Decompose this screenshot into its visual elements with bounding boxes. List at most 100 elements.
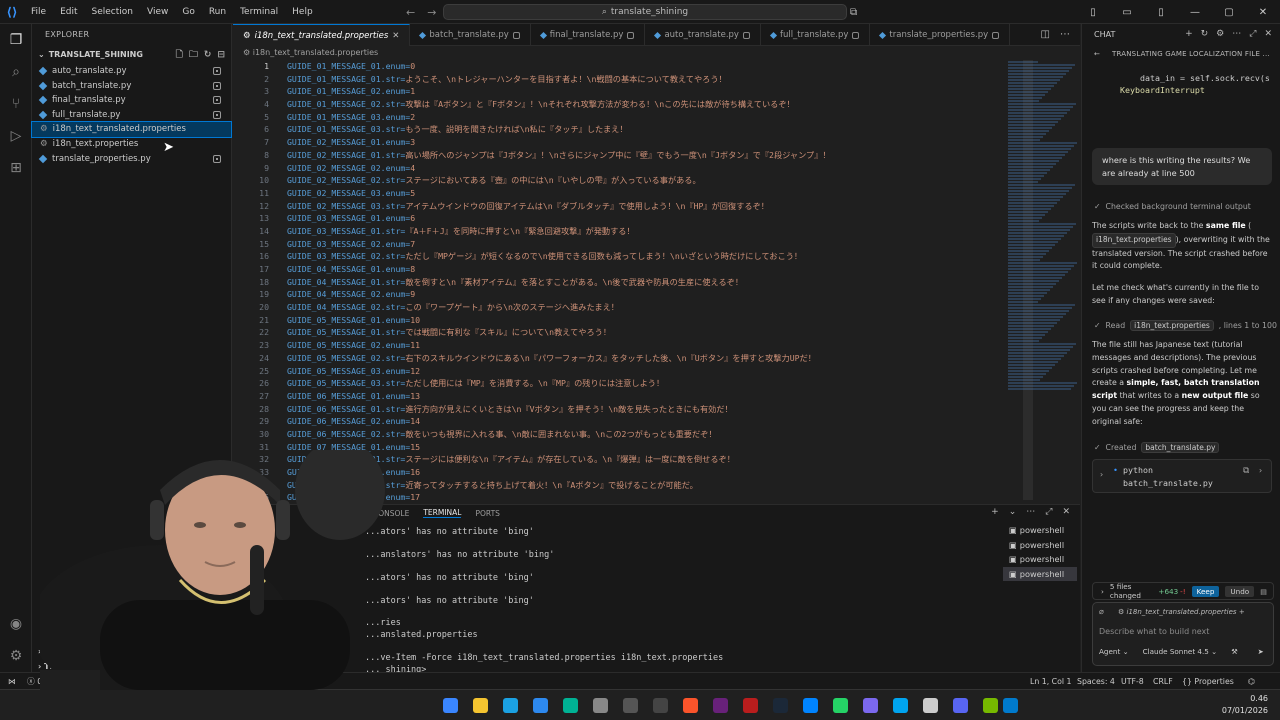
new-chat-icon[interactable]: + xyxy=(1185,29,1193,39)
layout-panel-icon[interactable]: ▭ xyxy=(1110,7,1144,18)
terminal-output[interactable]: ...ators' has no attribute 'bing' ...ans… xyxy=(233,523,993,675)
code-line[interactable]: 10 GUIDE_02_MESSAGE_02.str=ステージにおいてある『壺』の… xyxy=(233,174,1033,187)
refresh-icon[interactable]: ↻ xyxy=(204,46,212,64)
app-icon[interactable] xyxy=(803,698,818,713)
more-actions-icon[interactable]: ⋯ xyxy=(1026,507,1035,517)
menu-edit[interactable]: Edit xyxy=(53,0,84,24)
code-line[interactable]: 22 GUIDE_05_MESSAGE_01.str=では戦闘に有利な『スキル』に… xyxy=(233,326,1033,339)
visual-studio-icon[interactable] xyxy=(713,698,728,713)
tab-final-translate[interactable]: final_translate.py xyxy=(531,24,646,46)
search-view-icon[interactable]: ⌕ xyxy=(6,62,26,82)
remote-icon[interactable]: ⋈ xyxy=(8,673,16,690)
code-line[interactable]: 8 GUIDE_02_MESSAGE_01.str=高い場所へのジャンプは『Jボタ… xyxy=(233,149,1033,162)
tab-batch-translate[interactable]: batch_translate.py xyxy=(410,24,531,46)
files-changed-bar[interactable]: › 5 files changed +643 -! Keep Undo ▤ xyxy=(1092,582,1274,600)
start-icon[interactable] xyxy=(443,698,458,713)
code-line[interactable]: 13 GUIDE_03_MESSAGE_01.enum=6 xyxy=(233,212,1033,225)
close-panel-icon[interactable]: ✕ xyxy=(1062,507,1070,517)
terminal-instance[interactable]: ▣ powershell xyxy=(1003,538,1077,553)
back-arrow-icon[interactable]: ← xyxy=(406,6,415,19)
terminal-command-block[interactable]: › • python batch_translate.py ⧉ › xyxy=(1092,459,1272,493)
file-item[interactable]: final_translate.py xyxy=(32,93,231,108)
nvidia-icon[interactable] xyxy=(983,698,998,713)
terminal-instance[interactable]: ▣ powershell xyxy=(1003,523,1077,538)
file-reference[interactable]: i18n_text.properties xyxy=(1092,232,1176,248)
code-line[interactable]: 21 GUIDE_05_MESSAGE_01.enum=10 xyxy=(233,314,1033,327)
terminal-instance-active[interactable]: ▣ powershell xyxy=(1003,566,1077,581)
chevron-right-icon[interactable]: › xyxy=(1099,468,1104,481)
open-terminal-icon[interactable]: ⧉ xyxy=(1243,464,1249,477)
indentation[interactable]: Spaces: 4 xyxy=(1077,673,1115,690)
menu-run[interactable]: Run xyxy=(202,0,233,24)
code-line[interactable]: 4 GUIDE_01_MESSAGE_02.str=攻撃は『Aボタン』と『Fボタン… xyxy=(233,98,1033,111)
more-actions-icon[interactable]: ⋯ xyxy=(1232,29,1241,39)
code-line[interactable]: 18 GUIDE_04_MESSAGE_01.str=敵を倒すと\n『素材アイテム… xyxy=(233,276,1033,289)
command-center-search[interactable]: ⌕ translate_shining xyxy=(443,4,847,20)
tab-auto-translate[interactable]: auto_translate.py xyxy=(645,24,761,46)
code-line[interactable]: 20 GUIDE_04_MESSAGE_02.str=この『ワープゲート』から\n… xyxy=(233,301,1033,314)
language-mode[interactable]: {} Properties xyxy=(1182,673,1234,690)
layout-secondary-icon[interactable]: ▯ xyxy=(1144,7,1178,18)
account-icon[interactable]: ◉ xyxy=(6,614,26,634)
close-window-icon[interactable]: ✕ xyxy=(1246,7,1280,18)
code-line[interactable]: 30 GUIDE_06_MESSAGE_02.str=敵をいつも視界に入れる事、\… xyxy=(233,428,1033,441)
file-explorer-icon[interactable] xyxy=(473,698,488,713)
chevron-right-icon[interactable]: › xyxy=(1258,464,1263,477)
model-dropdown[interactable]: Claude Sonnet 4.5 ⌄ xyxy=(1143,647,1218,656)
breadcrumb[interactable]: ⚙ i18n_text_translated.properties xyxy=(233,46,1080,59)
minimap[interactable] xyxy=(1008,60,1078,504)
app-icon[interactable] xyxy=(863,698,878,713)
agent-mode-dropdown[interactable]: Agent ⌄ xyxy=(1099,647,1129,656)
collapse-all-icon[interactable]: ⊟ xyxy=(217,46,225,64)
code-editor[interactable]: 1 GUIDE_01_MESSAGE_01.enum=0 2 GUIDE_01_MES… xyxy=(233,60,1033,504)
problems-indicator[interactable]: ⓧ 0 ⚠ 0 xyxy=(27,673,59,690)
app-icon[interactable] xyxy=(623,698,638,713)
extensions-icon[interactable]: ⊞ xyxy=(6,158,26,178)
new-folder-icon[interactable]: 🗀 xyxy=(189,46,198,64)
code-line[interactable]: 29 GUIDE_06_MESSAGE_02.enum=14 xyxy=(233,415,1033,428)
menu-help[interactable]: Help xyxy=(285,0,320,24)
code-line[interactable]: 11 GUIDE_02_MESSAGE_03.enum=5 xyxy=(233,187,1033,200)
keep-button[interactable]: Keep xyxy=(1191,585,1220,597)
code-line[interactable]: 6 GUIDE_01_MESSAGE_03.str=もう一度、説明を聞きたければ\… xyxy=(233,123,1033,136)
app-icon[interactable] xyxy=(893,698,908,713)
file-item[interactable]: batch_translate.py xyxy=(32,79,231,94)
copilot-icon[interactable]: ⧉ xyxy=(850,7,857,18)
code-line[interactable]: 26 GUIDE_05_MESSAGE_03.str=ただし使用には『MP』を消費… xyxy=(233,377,1033,390)
menu-terminal[interactable]: Terminal xyxy=(233,0,285,24)
code-line[interactable]: 25 GUIDE_05_MESSAGE_03.enum=12 xyxy=(233,365,1033,378)
run-debug-icon[interactable]: ▷ xyxy=(6,126,26,146)
code-line[interactable]: 15 GUIDE_03_MESSAGE_02.enum=7 xyxy=(233,238,1033,251)
copilot-status-icon[interactable]: ⌬ xyxy=(1248,673,1255,690)
maximize-icon[interactable]: ▢ xyxy=(1212,7,1246,18)
code-line[interactable]: 19 GUIDE_04_MESSAGE_02.enum=9 xyxy=(233,288,1033,301)
code-line[interactable]: 3 GUIDE_01_MESSAGE_02.enum=1 xyxy=(233,85,1033,98)
tools-icon[interactable]: ⚒ xyxy=(1231,647,1237,656)
layout-sidebar-icon[interactable]: ▯ xyxy=(1076,7,1110,18)
terminal-dropdown-icon[interactable]: ⌄ xyxy=(1009,507,1017,517)
settings-gear-icon[interactable]: ⚙ xyxy=(6,646,26,666)
split-editor-icon[interactable]: ◫ xyxy=(1041,29,1050,40)
vscode-taskbar-icon[interactable] xyxy=(1003,698,1018,713)
file-item-selected[interactable]: ⚙ i18n_text_translated.properties xyxy=(31,121,232,138)
file-item[interactable]: auto_translate.py xyxy=(32,64,231,79)
tab-console[interactable]: CONSOLE xyxy=(373,509,409,518)
menu-file[interactable]: File xyxy=(24,0,53,24)
outline-section[interactable]: › OUTLINE xyxy=(32,644,232,659)
maximize-icon[interactable]: ⤢ xyxy=(1249,29,1256,39)
close-icon[interactable]: ✕ xyxy=(392,25,399,47)
settings-gear-icon[interactable]: ⚙ xyxy=(1216,29,1224,39)
tab-full-translate[interactable]: full_translate.py xyxy=(761,24,871,46)
menu-go[interactable]: Go xyxy=(175,0,201,24)
code-line[interactable]: 34 GUIDE_07_MESSAGE_02.str=近寄ってタッチすると持ち上げ… xyxy=(233,479,1033,492)
brave-icon[interactable] xyxy=(683,698,698,713)
send-icon[interactable]: ➤ xyxy=(1258,647,1264,656)
code-line[interactable]: 35 GUIDE_07_MESSAGE_03.enum=17 xyxy=(233,491,1033,504)
maximize-panel-icon[interactable]: ⤢ xyxy=(1045,507,1052,517)
app-icon[interactable] xyxy=(743,698,758,713)
code-line[interactable]: 23 GUIDE_05_MESSAGE_02.enum=11 xyxy=(233,339,1033,352)
code-line[interactable]: 7 GUIDE_02_MESSAGE_01.enum=3 xyxy=(233,136,1033,149)
file-reference[interactable]: batch_translate.py xyxy=(1141,442,1220,453)
source-control-icon[interactable]: ⑂ xyxy=(6,94,26,114)
file-reference[interactable]: i18n_text.properties xyxy=(1130,320,1214,331)
